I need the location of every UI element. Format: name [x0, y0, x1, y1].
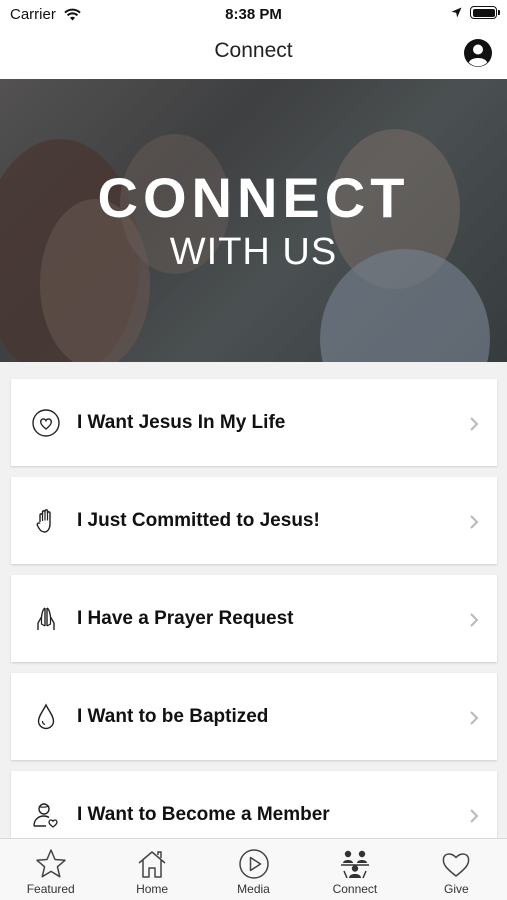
chevron-right-icon: [470, 613, 479, 627]
menu-item-label: I Just Committed to Jesus!: [77, 510, 320, 531]
people-icon: [340, 850, 369, 879]
star-icon: [35, 849, 66, 878]
menu-item-jesus-in-my-life[interactable]: I Want Jesus In My Life: [11, 379, 497, 466]
raised-hand-icon: [36, 509, 51, 533]
chevron-right-icon: [470, 515, 479, 529]
tab-bar: Featured Home Media Connect Give: [0, 838, 507, 900]
tab-label: Featured: [26, 882, 75, 896]
home-icon: [138, 851, 166, 878]
play-icon: [238, 849, 269, 879]
tab-label: Give: [443, 882, 469, 896]
status-time: 8:38 PM: [225, 6, 282, 23]
location-arrow-icon: [451, 7, 462, 18]
menu-item-committed-to-jesus[interactable]: I Just Committed to Jesus!: [11, 477, 497, 564]
page-title: Connect: [214, 39, 293, 62]
profile-icon[interactable]: [463, 38, 493, 68]
tab-label: Media: [237, 882, 270, 896]
hero-banner: CONNECT WITH US: [0, 79, 507, 362]
praying-hands-icon: [37, 607, 55, 630]
status-right: [451, 6, 500, 19]
chevron-right-icon: [470, 711, 479, 725]
nav-bar: Connect: [0, 28, 507, 79]
tab-give[interactable]: Give: [406, 839, 507, 900]
heart-circle-icon: [32, 409, 60, 437]
hero-subtitle: WITH US: [169, 231, 338, 273]
tab-media[interactable]: Media: [203, 839, 304, 900]
water-drop-icon: [37, 703, 55, 730]
menu-item-prayer-request[interactable]: I Have a Prayer Request: [11, 575, 497, 662]
menu-item-label: I Have a Prayer Request: [77, 608, 294, 629]
tab-home[interactable]: Home: [101, 839, 202, 900]
tab-featured[interactable]: Featured: [0, 839, 101, 900]
tab-connect[interactable]: Connect: [304, 839, 405, 900]
chevron-right-icon: [470, 809, 479, 823]
person-heart-icon: [33, 803, 58, 828]
hero-title: CONNECT: [97, 166, 410, 229]
menu-item-label: I Want Jesus In My Life: [77, 412, 286, 433]
menu-item-baptized[interactable]: I Want to be Baptized: [11, 673, 497, 760]
tab-label: Home: [136, 882, 169, 896]
chevron-right-icon: [470, 417, 479, 431]
heart-icon: [442, 853, 470, 877]
status-bar: Carrier 8:38 PM: [0, 0, 507, 28]
menu-item-label: I Want to be Baptized: [77, 706, 269, 727]
menu-item-label: I Want to Become a Member: [77, 804, 330, 825]
tab-label: Connect: [332, 882, 378, 896]
battery-icon: [470, 6, 500, 19]
